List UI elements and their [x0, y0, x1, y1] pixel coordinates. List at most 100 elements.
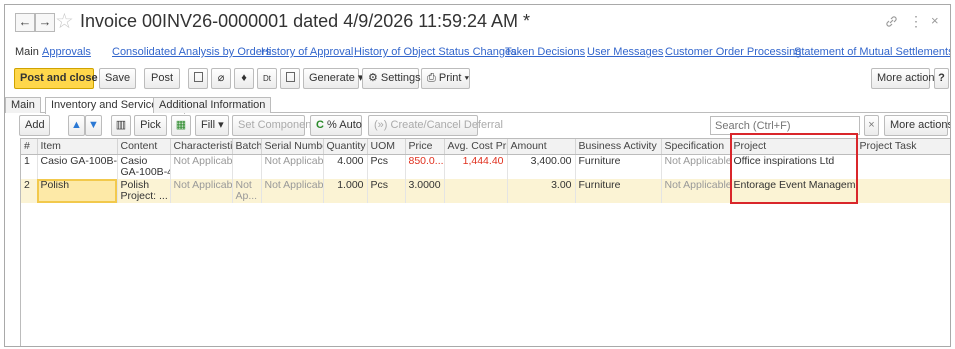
forward-button[interactable]: → [35, 13, 55, 32]
table-toolbar: Add ▲ ▼ ▥ Pick ▦ Fill ▾ Set Components C… [5, 115, 950, 138]
clear-search-button[interactable]: × [864, 115, 879, 136]
cell-serial-numbers[interactable]: Not Applicable [261, 154, 324, 179]
command-bar: Post and close Save Post ⌀ ♦ Dt Generate… [5, 68, 950, 92]
notification-icon[interactable]: ♦ [234, 68, 254, 89]
cell-project[interactable]: Office inspirations Ltd [730, 154, 857, 179]
post-button[interactable]: Post [144, 68, 180, 89]
debit-credit-icon[interactable]: Dt [257, 68, 277, 89]
cell-specification[interactable]: Not Applicable [661, 154, 731, 179]
table-header-row: # Item Content Characteristics Batch Ser… [21, 139, 950, 155]
title-bar: ← → ☆ Invoice 00INV26-0000001 dated 4/9/… [5, 5, 950, 37]
col-specification[interactable]: Specification [661, 139, 731, 155]
section-approvals[interactable]: Approvals [42, 46, 91, 58]
spreadsheet-icon[interactable]: ▦ [171, 115, 191, 136]
cell-uom[interactable]: Pcs [367, 154, 406, 179]
col-batch[interactable]: Batch [232, 139, 262, 155]
cell-characteristics[interactable]: Not Applicable [170, 154, 233, 179]
section-history-approval[interactable]: History of Approval [261, 46, 353, 58]
section-user-messages[interactable]: User Messages [587, 46, 663, 58]
cell-specification[interactable]: Not Applicable [661, 178, 731, 203]
help-button[interactable]: ? [934, 68, 949, 89]
col-avg-cost-price[interactable]: Avg. Cost Price [444, 139, 508, 155]
generate-button[interactable]: Generate ▾ [303, 68, 363, 89]
section-main[interactable]: Main [15, 46, 39, 58]
favorite-star-icon[interactable]: ☆ [55, 9, 74, 34]
link-icon[interactable] [885, 15, 898, 31]
cell-batch[interactable] [232, 154, 262, 179]
section-customer-order-processing[interactable]: Customer Order Processing [665, 46, 801, 58]
col-serial-numbers[interactable]: Serial Numbers [261, 139, 324, 155]
barcode-icon[interactable]: ▥ [111, 115, 131, 136]
print-button[interactable]: ⎙ Print ▾ [421, 68, 470, 89]
post-and-close-button[interactable]: Post and close [14, 68, 98, 89]
col-amount[interactable]: Amount [507, 139, 576, 155]
cell-avg-cost-price[interactable] [444, 178, 508, 203]
percent-auto-button[interactable]: C % Auto [310, 115, 362, 136]
structure-icon[interactable] [280, 68, 300, 89]
cell-content[interactable]: CasioGA-100B-4A ... [117, 154, 171, 179]
more-actions-button[interactable]: More actions ▾ [871, 68, 949, 89]
cell-business-activity[interactable]: Furniture [575, 154, 662, 179]
move-up-icon[interactable]: ▲ [68, 115, 85, 136]
cell-serial-numbers[interactable]: Not Applicable [261, 178, 324, 203]
back-arrow-icon: ← [18, 14, 32, 29]
col-characteristics[interactable]: Characteristics [170, 139, 233, 155]
cell-amount[interactable]: 3,400.00 [507, 154, 576, 179]
table-more-actions-button[interactable]: More actions ▾ [884, 115, 950, 136]
section-taken-decisions[interactable]: Taken Decisions [505, 46, 585, 58]
col-project[interactable]: Project [730, 139, 857, 155]
journal-icon[interactable] [188, 68, 208, 89]
cell-number[interactable]: 1 [21, 154, 38, 179]
col-quantity[interactable]: Quantity [323, 139, 368, 155]
col-content[interactable]: Content [117, 139, 171, 155]
close-icon[interactable]: × [931, 13, 939, 28]
col-price[interactable]: Price [405, 139, 445, 155]
col-item[interactable]: Item [37, 139, 118, 155]
cell-project-task[interactable] [856, 178, 950, 203]
cell-business-activity[interactable]: Furniture [575, 178, 662, 203]
cell-item[interactable]: Polish [37, 178, 118, 203]
forward-arrow-icon: → [38, 14, 52, 29]
fill-button[interactable]: Fill ▾ [195, 115, 229, 136]
col-number[interactable]: # [21, 139, 38, 155]
section-statement-mutual-settlements[interactable]: Statement of Mutual Settlements [794, 46, 950, 58]
cell-project[interactable]: Entorage Event Management ltd [730, 178, 857, 203]
set-components-button[interactable]: Set Components [232, 115, 320, 136]
cell-number[interactable]: 2 [21, 178, 38, 203]
page-title: Invoice 00INV26-0000001 dated 4/9/2026 1… [80, 11, 531, 31]
section-consolidated-analysis[interactable]: Consolidated Analysis by Orders [112, 46, 271, 58]
cell-amount[interactable]: 3.00 [507, 178, 576, 203]
cell-project-task[interactable] [856, 154, 950, 179]
section-history-status[interactable]: History of Object Status Changes [354, 46, 517, 58]
cell-price[interactable]: 850.0... [405, 154, 445, 179]
menu-icon[interactable]: ⋮ [909, 13, 923, 30]
attachment-icon[interactable]: ⌀ [211, 68, 231, 89]
col-project-task[interactable]: Project Task [856, 139, 950, 155]
table-row[interactable]: 1 Casio GA-100B-4A CasioGA-100B-4A ... N… [21, 154, 950, 179]
back-button[interactable]: ← [15, 13, 35, 32]
pick-button[interactable]: Pick [134, 115, 167, 136]
table-row-selected[interactable]: 2 Polish Polish Project: ... Not Applicab… [21, 178, 950, 203]
col-uom[interactable]: UOM [367, 139, 406, 155]
search-input[interactable] [710, 116, 860, 135]
cell-avg-cost-price[interactable]: 1,444.40 [444, 154, 508, 179]
add-row-button[interactable]: Add [19, 115, 50, 136]
cell-batch[interactable]: Not Ap... [232, 178, 262, 203]
section-links: Main Approvals Consolidated Analysis by … [5, 41, 950, 65]
inventory-table: # Item Content Characteristics Batch Ser… [20, 138, 950, 346]
document-tabs: Main Inventory and Services (2) Addition… [5, 96, 950, 114]
cell-quantity[interactable]: 1.000 [323, 178, 368, 203]
cell-price[interactable]: 3.0000 [405, 178, 445, 203]
create-cancel-deferral-button[interactable]: (») Create/Cancel Deferral [368, 115, 503, 136]
save-button[interactable]: Save [99, 68, 136, 89]
cell-characteristics[interactable]: Not Applicable [170, 178, 233, 203]
cell-item[interactable]: Casio GA-100B-4A [37, 154, 118, 179]
tab-additional-information[interactable]: Additional Information [153, 97, 272, 113]
move-down-icon[interactable]: ▼ [85, 115, 102, 136]
cell-uom[interactable]: Pcs [367, 178, 406, 203]
col-business-activity[interactable]: Business Activity [575, 139, 662, 155]
cell-quantity[interactable]: 4.000 [323, 154, 368, 179]
tab-main[interactable]: Main [5, 97, 41, 113]
settings-button[interactable]: ⚙ Settings [362, 68, 421, 89]
cell-content[interactable]: Polish Project: ... [117, 178, 171, 203]
